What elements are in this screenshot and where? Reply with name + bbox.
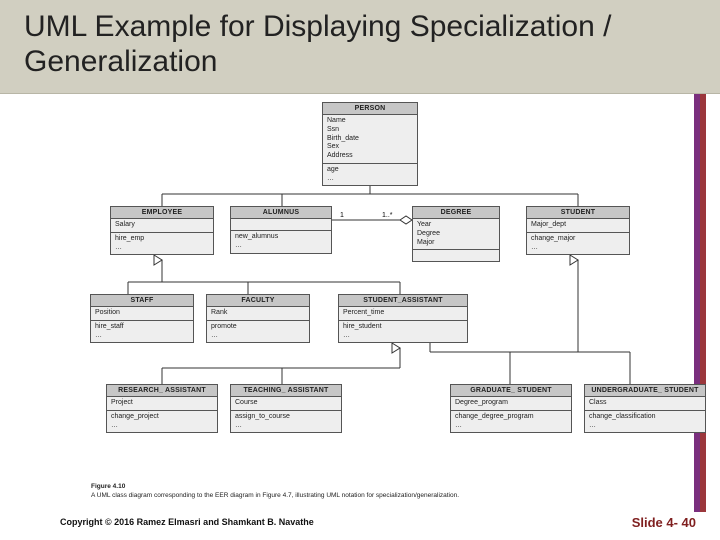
class-name: PERSON [323, 103, 417, 115]
class-operations: age… [323, 164, 417, 186]
class-name: STUDENT_ASSISTANT [339, 295, 467, 307]
class-attributes: YearDegreeMajor [413, 219, 499, 250]
class-name: EMPLOYEE [111, 207, 213, 219]
class-name: STUDENT [527, 207, 629, 219]
class-student-assistant: STUDENT_ASSISTANTPercent_timehire_studen… [338, 294, 468, 343]
mult-alumnus: 1 [340, 212, 344, 219]
class-operations: change_project… [107, 411, 217, 433]
class-operations: change_major… [527, 233, 629, 255]
class-undergraduate-student: UNDERGRADUATE_ STUDENTClasschange_classi… [584, 384, 706, 433]
figure-caption-text: A UML class diagram corresponding to the… [91, 492, 459, 500]
class-operations: hire_staff… [91, 321, 193, 343]
class-name: UNDERGRADUATE_ STUDENT [585, 385, 705, 397]
class-attributes: Percent_time [339, 307, 467, 321]
class-name: DEGREE [413, 207, 499, 219]
class-attributes: Rank [207, 307, 309, 321]
class-attributes: Course [231, 397, 341, 411]
class-operations: change_degree_program… [451, 411, 571, 433]
class-attributes: NameSsnBirth_dateSexAddress [323, 115, 417, 164]
slide: UML Example for Displaying Specializatio… [0, 0, 720, 540]
class-name: ALUMNUS [231, 207, 331, 219]
class-operations: hire_emp… [111, 233, 213, 255]
class-operations: assign_to_course… [231, 411, 341, 433]
title-band: UML Example for Displaying Specializatio… [0, 0, 720, 94]
class-attributes: Project [107, 397, 217, 411]
class-attributes: Class [585, 397, 705, 411]
class-teaching-assistant: TEACHING_ ASSISTANTCourseassign_to_cours… [230, 384, 342, 433]
class-name: GRADUATE_ STUDENT [451, 385, 571, 397]
class-attributes: Salary [111, 219, 213, 233]
class-student: STUDENTMajor_deptchange_major… [526, 206, 630, 255]
slide-number: Slide 4- 40 [632, 515, 696, 530]
class-staff: STAFFPositionhire_staff… [90, 294, 194, 343]
uml-diagram: 1 1..* [90, 102, 650, 502]
copyright-text: Copyright © 2016 Ramez Elmasri and Shamk… [60, 517, 314, 527]
accent-bar [694, 94, 706, 512]
class-operations: new_alumnus… [231, 231, 331, 253]
class-name: FACULTY [207, 295, 309, 307]
class-employee: EMPLOYEESalaryhire_emp… [110, 206, 214, 255]
class-operations: hire_student… [339, 321, 467, 343]
slide-body: 1 1..* [0, 94, 720, 512]
figure-number: Figure 4.10 [91, 483, 459, 491]
class-operations [413, 250, 499, 261]
class-alumnus: ALUMNUS new_alumnus… [230, 206, 332, 254]
class-research-assistant: RESEARCH_ ASSISTANTProjectchange_project… [106, 384, 218, 433]
class-attributes: Position [91, 307, 193, 321]
class-attributes: Major_dept [527, 219, 629, 233]
class-graduate-student: GRADUATE_ STUDENTDegree_programchange_de… [450, 384, 572, 433]
class-operations: promote… [207, 321, 309, 343]
class-attributes: Degree_program [451, 397, 571, 411]
class-operations: change_classification… [585, 411, 705, 433]
slide-footer: Copyright © 2016 Ramez Elmasri and Shamk… [0, 512, 720, 540]
class-faculty: FACULTYRankpromote… [206, 294, 310, 343]
class-name: RESEARCH_ ASSISTANT [107, 385, 217, 397]
class-name: STAFF [91, 295, 193, 307]
class-person: PERSONNameSsnBirth_dateSexAddressage… [322, 102, 418, 186]
figure-caption: Figure 4.10 A UML class diagram correspo… [91, 483, 459, 500]
class-degree: DEGREEYearDegreeMajor [412, 206, 500, 262]
slide-title: UML Example for Displaying Specializatio… [24, 10, 696, 79]
class-name: TEACHING_ ASSISTANT [231, 385, 341, 397]
mult-degree: 1..* [382, 212, 393, 219]
class-attributes [231, 219, 331, 231]
